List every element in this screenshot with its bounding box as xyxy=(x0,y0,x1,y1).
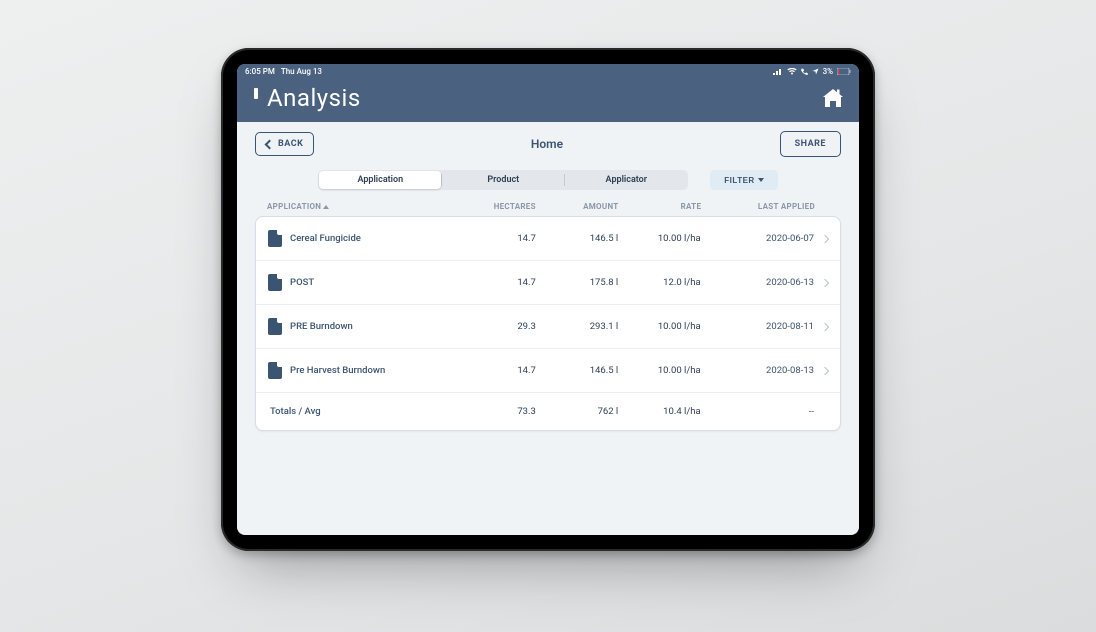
row-amount: 146.5 l xyxy=(536,233,618,244)
toolbar: BACK Home SHARE xyxy=(237,122,859,166)
segment-product[interactable]: Product xyxy=(442,171,564,189)
share-button[interactable]: SHARE xyxy=(780,131,841,157)
document-icon xyxy=(268,230,282,247)
status-bar: 6:05 PM Thu Aug 13 3% xyxy=(237,64,859,78)
chevron-right-icon xyxy=(821,366,829,374)
table: APPLICATION HECTARES AMOUNT RATE LAST AP… xyxy=(237,198,859,431)
row-last-applied: 2020-06-13 xyxy=(701,277,814,288)
row-hectares: 29.3 xyxy=(453,321,535,332)
document-icon xyxy=(268,274,282,291)
row-rate: 12.0 l/ha xyxy=(618,277,700,288)
screen: 6:05 PM Thu Aug 13 3% Analysis xyxy=(237,64,859,535)
segment-application[interactable]: Application xyxy=(319,171,441,189)
document-icon xyxy=(268,362,282,379)
row-hectares: 14.7 xyxy=(453,365,535,376)
row-last-applied: 2020-06-07 xyxy=(701,233,814,244)
segment-row: Application Product Applicator FILTER xyxy=(237,166,859,198)
chevron-down-icon xyxy=(758,178,764,182)
app-header: Analysis xyxy=(237,78,859,122)
view-segment: Application Product Applicator xyxy=(318,170,688,190)
col-amount[interactable]: AMOUNT xyxy=(536,202,619,211)
table-row[interactable]: PRE Burndown 29.3 293.1 l 10.00 l/ha 202… xyxy=(256,305,840,349)
status-indicators: 3% xyxy=(773,67,851,76)
totals-rate: 10.4 l/ha xyxy=(618,406,700,417)
row-amount: 175.8 l xyxy=(536,277,618,288)
status-date: Thu Aug 13 xyxy=(281,67,322,76)
battery-percent: 3% xyxy=(823,67,833,76)
chevron-left-icon xyxy=(265,139,275,149)
col-hectares[interactable]: HECTARES xyxy=(453,202,536,211)
app-logo-icon xyxy=(251,87,265,109)
totals-label: Totals / Avg xyxy=(270,406,321,417)
row-hectares: 14.7 xyxy=(453,233,535,244)
row-rate: 10.00 l/ha xyxy=(618,365,700,376)
row-last-applied: 2020-08-11 xyxy=(701,321,814,332)
filter-button[interactable]: FILTER xyxy=(710,170,777,190)
row-hectares: 14.7 xyxy=(453,277,535,288)
row-rate: 10.00 l/ha xyxy=(618,321,700,332)
filter-label: FILTER xyxy=(724,176,754,185)
row-amount: 293.1 l xyxy=(536,321,618,332)
segment-applicator[interactable]: Applicator xyxy=(565,171,687,189)
home-icon xyxy=(821,87,845,109)
col-application[interactable]: APPLICATION xyxy=(267,202,453,211)
col-application-label: APPLICATION xyxy=(267,202,321,211)
row-last-applied: 2020-08-13 xyxy=(701,365,814,376)
col-rate[interactable]: RATE xyxy=(619,202,702,211)
home-button[interactable] xyxy=(821,86,845,110)
table-row[interactable]: POST 14.7 175.8 l 12.0 l/ha 2020-06-13 xyxy=(256,261,840,305)
table-row[interactable]: Pre Harvest Burndown 14.7 146.5 l 10.00 … xyxy=(256,349,840,393)
totals-row: Totals / Avg 73.3 762 l 10.4 l/ha -- xyxy=(256,393,840,430)
totals-amount: 762 l xyxy=(536,406,618,417)
document-icon xyxy=(268,318,282,335)
share-label: SHARE xyxy=(795,139,826,149)
col-last-applied[interactable]: LAST APPLIED xyxy=(701,202,815,211)
row-name: Cereal Fungicide xyxy=(290,233,361,244)
row-rate: 10.00 l/ha xyxy=(618,233,700,244)
wifi-icon xyxy=(787,68,797,75)
table-card: Cereal Fungicide 14.7 146.5 l 10.00 l/ha… xyxy=(255,216,841,431)
phone-icon xyxy=(801,68,808,75)
back-label: BACK xyxy=(278,139,303,149)
tablet-frame: 6:05 PM Thu Aug 13 3% Analysis xyxy=(221,48,875,551)
battery-icon xyxy=(837,68,851,75)
column-headers: APPLICATION HECTARES AMOUNT RATE LAST AP… xyxy=(255,198,841,216)
status-time: 6:05 PM xyxy=(245,67,275,76)
chevron-right-icon xyxy=(821,278,829,286)
row-name: PRE Burndown xyxy=(290,321,353,332)
app-title: Analysis xyxy=(267,84,361,112)
table-row[interactable]: Cereal Fungicide 14.7 146.5 l 10.00 l/ha… xyxy=(256,217,840,261)
back-button[interactable]: BACK xyxy=(255,132,314,156)
row-amount: 146.5 l xyxy=(536,365,618,376)
signal-icon xyxy=(773,68,783,75)
row-name: POST xyxy=(290,277,314,288)
chevron-right-icon xyxy=(821,234,829,242)
location-icon xyxy=(812,68,819,75)
row-name: Pre Harvest Burndown xyxy=(290,365,385,376)
totals-hectares: 73.3 xyxy=(453,406,535,417)
totals-last-applied: -- xyxy=(701,406,814,417)
sort-asc-icon xyxy=(323,205,329,209)
chevron-right-icon xyxy=(821,322,829,330)
page-title: Home xyxy=(531,137,563,151)
